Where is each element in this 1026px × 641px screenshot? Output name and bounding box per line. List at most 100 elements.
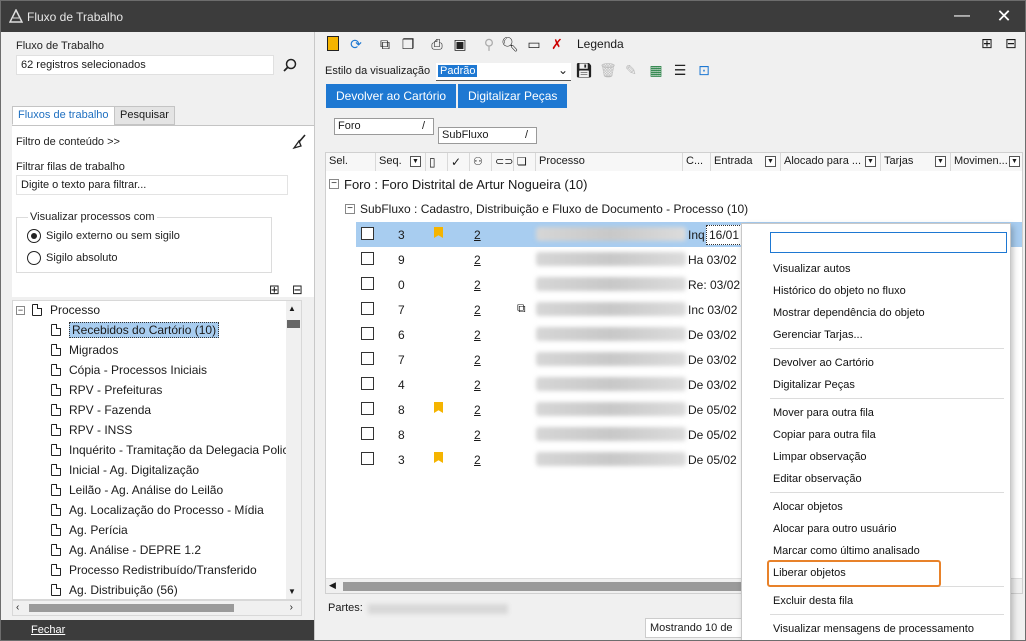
menu-item[interactable]: Mover para outra fila: [773, 407, 874, 419]
row-link[interactable]: 2: [474, 278, 481, 292]
menu-item[interactable]: Editar observação: [773, 473, 862, 485]
row-checkbox[interactable]: [361, 352, 374, 365]
col-seq-dropdown-icon[interactable]: ▼: [410, 156, 421, 167]
tab-pesquisar[interactable]: Pesquisar: [114, 106, 175, 125]
group-chip-foro[interactable]: Foro /: [334, 118, 434, 135]
search-icon[interactable]: [282, 58, 298, 74]
legend-label[interactable]: Legenda: [577, 37, 624, 51]
return-registry-button[interactable]: Devolver ao Cartório: [326, 84, 457, 108]
tree-item[interactable]: Inquérito - Tramitação da Delegacia Poli…: [51, 443, 298, 462]
menu-item[interactable]: Limpar observação: [773, 451, 867, 463]
comment-icon[interactable]: ▭: [525, 35, 543, 53]
col-movimento[interactable]: Movimen... ▼: [951, 153, 1022, 171]
col-seq[interactable]: Seq. ▼: [376, 153, 426, 171]
col-tarjas[interactable]: Tarjas ▼: [881, 153, 951, 171]
row-link[interactable]: 2: [474, 228, 481, 242]
collapse-all-icon[interactable]: ⊟: [1005, 35, 1017, 52]
menu-item[interactable]: Gerenciar Tarjas...: [773, 329, 863, 341]
row-link[interactable]: 2: [474, 303, 481, 317]
row-checkbox[interactable]: [361, 227, 374, 240]
workflow-field[interactable]: 62 registros selecionados: [16, 55, 274, 75]
col-docs-icon[interactable]: ❏: [514, 153, 536, 171]
menu-item[interactable]: Devolver ao Cartório: [773, 357, 874, 369]
new-note-icon[interactable]: [325, 34, 343, 54]
menu-item[interactable]: Alocar objetos: [773, 501, 843, 513]
col-c[interactable]: C...: [683, 153, 711, 171]
tree-item[interactable]: Ag. Análise - DEPRE 1.2: [51, 543, 201, 562]
expand-all-icon[interactable]: ⊞: [981, 35, 993, 52]
tree-item[interactable]: RPV - Prefeituras: [51, 383, 162, 402]
menu-item[interactable]: Visualizar autos: [773, 263, 850, 275]
save-icon[interactable]: 💾︎: [575, 61, 593, 79]
radio-absolute[interactable]: [27, 251, 41, 265]
filter-input[interactable]: Digite o texto para filtrar...: [16, 175, 288, 195]
col-processo[interactable]: Processo: [536, 153, 683, 171]
row-link[interactable]: 2: [474, 353, 481, 367]
menu-search-input[interactable]: [770, 232, 1007, 253]
view-style-select[interactable]: Padrão ⌄: [436, 63, 571, 81]
col-movimento-dropdown-icon[interactable]: ▼: [1009, 156, 1020, 167]
minimize-button[interactable]: —: [945, 5, 979, 29]
zoom-doc-icon[interactable]: 🔍︎: [501, 35, 519, 53]
tree-hscrollbar[interactable]: ‹ ›: [12, 600, 302, 616]
subgroup-collapse-icon[interactable]: −: [345, 204, 355, 214]
tile-icon[interactable]: ⧉: [376, 35, 394, 53]
col-alocado[interactable]: Alocado para ... ▼: [781, 153, 881, 171]
tree-item[interactable]: Migrados: [51, 343, 118, 362]
excel-icon[interactable]: ▦: [647, 61, 665, 79]
print-icon[interactable]: ⎙: [428, 35, 446, 53]
copy-icon[interactable]: ❐: [399, 35, 417, 53]
tree-item[interactable]: Cópia - Processos Iniciais: [51, 363, 207, 382]
row-link[interactable]: 2: [474, 253, 481, 267]
tree-item[interactable]: Recebidos do Cartório (10): [51, 322, 220, 342]
group-collapse-icon[interactable]: −: [329, 179, 339, 189]
tree-item[interactable]: Inicial - Ag. Digitalização: [51, 463, 199, 482]
col-tarjas-dropdown-icon[interactable]: ▼: [935, 156, 946, 167]
refresh-icon[interactable]: ⟳: [347, 35, 365, 53]
row-checkbox[interactable]: [361, 327, 374, 340]
menu-item[interactable]: Visualizar mensagens de processamento: [773, 623, 974, 635]
row-link[interactable]: 2: [474, 378, 481, 392]
col-check-icon[interactable]: ✓: [448, 153, 470, 171]
radio-external[interactable]: [27, 229, 41, 243]
collapse-tree-icon[interactable]: ⊟: [292, 282, 303, 298]
menu-item[interactable]: Mostrar dependência do objeto: [773, 307, 925, 319]
close-panel-button[interactable]: Fechar: [1, 620, 314, 640]
menu-item[interactable]: Copiar para outra fila: [773, 429, 876, 441]
document-list-icon[interactable]: ☰: [671, 61, 689, 79]
group-chip-subfluxo[interactable]: SubFluxo /: [438, 127, 537, 144]
content-filter-toggle[interactable]: Filtro de conteúdo >>: [16, 136, 120, 148]
col-sel[interactable]: Sel.: [326, 153, 376, 171]
row-link[interactable]: 2: [474, 328, 481, 342]
tree-item[interactable]: Ag. Localização do Processo - Mídia: [51, 503, 264, 522]
menu-item[interactable]: Histórico do objeto no fluxo: [773, 285, 906, 297]
tree-item[interactable]: Processo Redistribuído/Transferido: [51, 563, 257, 582]
menu-item[interactable]: Excluir desta fila: [773, 595, 853, 607]
digitize-button[interactable]: Digitalizar Peças: [458, 84, 568, 108]
tree-item[interactable]: RPV - INSS: [51, 423, 132, 442]
broom-icon[interactable]: [291, 134, 307, 150]
col-entrada[interactable]: Entrada ▼: [711, 153, 781, 171]
row-link[interactable]: 2: [474, 403, 481, 417]
tab-fluxos[interactable]: Fluxos de trabalho: [12, 106, 115, 125]
tree-item[interactable]: Leilão - Ag. Análise do Leilão: [51, 483, 223, 502]
clear-filter-icon[interactable]: ✗: [548, 35, 566, 53]
tree-item[interactable]: RPV - Fazenda: [51, 403, 151, 422]
menu-item[interactable]: Marcar como último analisado: [773, 545, 920, 557]
row-link[interactable]: 2: [474, 453, 481, 467]
col-bookmark-icon[interactable]: ▯: [426, 153, 448, 171]
row-checkbox[interactable]: [361, 427, 374, 440]
row-checkbox[interactable]: [361, 377, 374, 390]
row-checkbox[interactable]: [361, 302, 374, 315]
export-icon[interactable]: ⊡: [695, 61, 713, 79]
col-link-icon[interactable]: ⊂⊃: [492, 153, 514, 171]
menu-item[interactable]: Digitalizar Peças: [773, 379, 855, 391]
row-checkbox[interactable]: [361, 252, 374, 265]
tree-root[interactable]: Processo: [32, 303, 100, 322]
col-alocado-dropdown-icon[interactable]: ▼: [865, 156, 876, 167]
menu-item[interactable]: Alocar para outro usuário: [773, 523, 897, 535]
save-all-icon[interactable]: ▣: [451, 35, 469, 53]
tree-vscrollbar[interactable]: ▲ ▼: [286, 301, 301, 599]
col-users-icon[interactable]: ⚇: [470, 153, 492, 171]
row-checkbox[interactable]: [361, 277, 374, 290]
